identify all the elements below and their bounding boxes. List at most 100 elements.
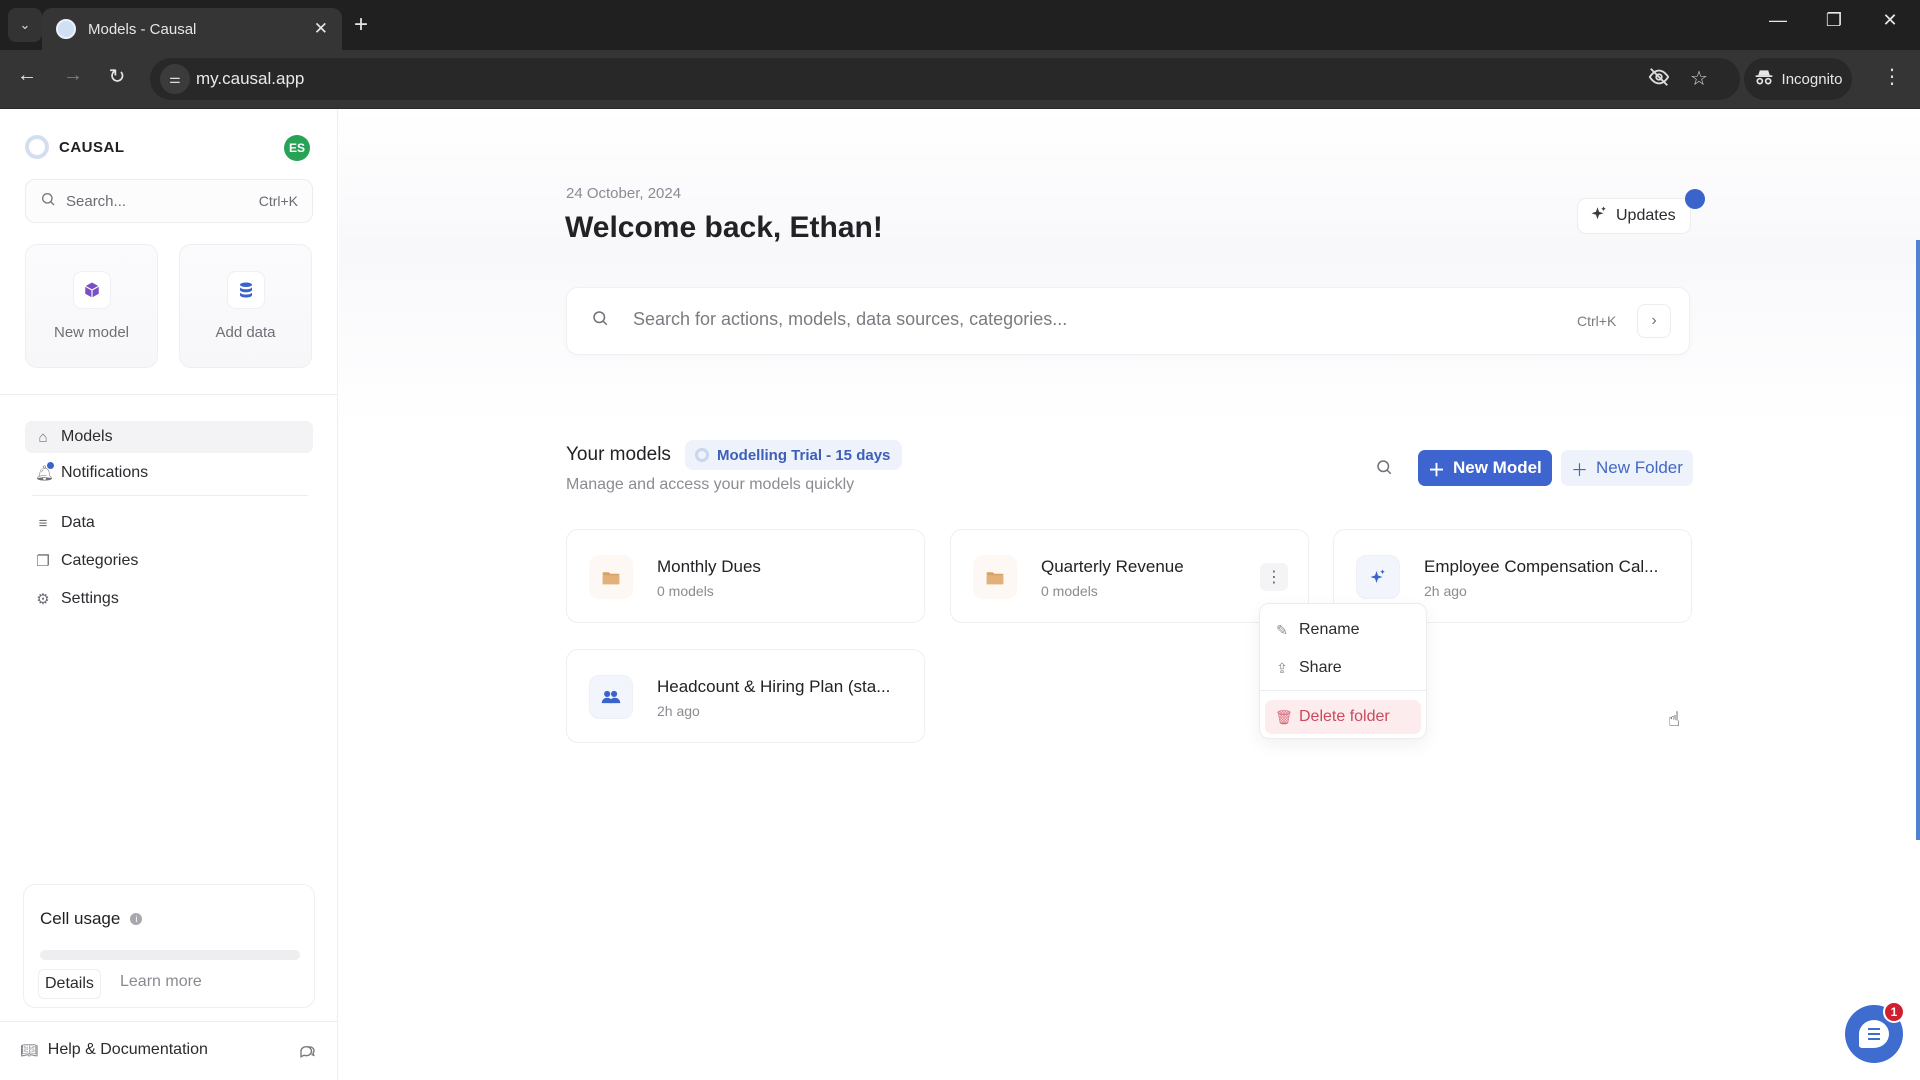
- cell-usage-card: Cell usage i Details Learn more: [23, 884, 315, 1008]
- info-icon[interactable]: i: [130, 913, 143, 925]
- trial-badge[interactable]: Modelling Trial - 15 days: [685, 440, 903, 470]
- folder-card-monthly-dues[interactable]: Monthly Dues 0 models: [566, 529, 925, 623]
- causal-logo-icon: [25, 135, 49, 159]
- url-text[interactable]: my.causal.app: [196, 69, 304, 89]
- notification-dot: [47, 462, 54, 469]
- menu-item-label: Rename: [1299, 621, 1360, 638]
- card-title: Monthly Dues: [657, 557, 761, 576]
- new-tab-button[interactable]: +: [354, 12, 368, 38]
- more-vertical-icon: ⋮: [1266, 569, 1282, 586]
- menu-item-rename[interactable]: ✎ Rename: [1265, 613, 1421, 647]
- sidebar-item-notifications[interactable]: 🔔︎ Notifications: [25, 457, 313, 489]
- nav-divider: [32, 495, 308, 496]
- minimize-button[interactable]: —: [1758, 10, 1798, 31]
- incognito-icon: [1754, 67, 1774, 91]
- incognito-indicator[interactable]: Incognito: [1744, 58, 1852, 100]
- command-search-shortcut: Ctrl+K: [1577, 313, 1617, 329]
- sidebar-search[interactable]: Search... Ctrl+K: [25, 179, 313, 223]
- current-date: 24 October, 2024: [566, 185, 682, 202]
- chevron-right-icon[interactable]: ›: [1637, 304, 1671, 338]
- avatar[interactable]: ES: [284, 135, 310, 161]
- card-subtitle: 2h ago: [657, 703, 700, 719]
- browser-tab[interactable]: Models - Causal ✕: [42, 8, 342, 50]
- new-folder-button[interactable]: ＋ New Folder: [1561, 450, 1693, 486]
- card-title: Employee Compensation Cal...: [1424, 557, 1659, 576]
- star-icon[interactable]: ☆: [1690, 66, 1708, 91]
- restore-button[interactable]: ❐: [1814, 10, 1854, 31]
- hand-cursor-icon: ☝: [1668, 709, 1681, 731]
- back-button[interactable]: ←: [12, 64, 42, 87]
- sidebar-item-models[interactable]: ⌂ Models: [25, 421, 313, 453]
- updates-indicator-dot: [1685, 189, 1705, 209]
- site-info-button[interactable]: ⚌: [160, 64, 190, 94]
- tab-title: Models - Causal: [88, 20, 197, 38]
- card-subtitle: 0 models: [657, 583, 714, 599]
- eye-off-icon[interactable]: [1648, 66, 1670, 94]
- tab-list-button[interactable]: ⌄: [8, 8, 42, 42]
- sidebar-item-label: Data: [61, 514, 95, 531]
- users-icon: [589, 675, 633, 719]
- model-card-headcount-hiring[interactable]: Headcount & Hiring Plan (sta... 2h ago: [566, 649, 925, 743]
- cell-usage-progress: [40, 950, 300, 960]
- sidebar-item-settings[interactable]: ⚙ Settings: [25, 583, 313, 615]
- add-data-card[interactable]: Add data: [179, 244, 312, 368]
- page-scrollbar[interactable]: [1916, 240, 1920, 840]
- sidebar-item-label: Settings: [61, 590, 119, 607]
- new-folder-label: New Folder: [1596, 458, 1683, 477]
- browser-toolbar: ← → ↻ ⚌ my.causal.app ☆ Incognito ⋮: [0, 50, 1920, 109]
- close-icon[interactable]: ✕: [314, 19, 328, 39]
- window-close-button[interactable]: ✕: [1870, 10, 1910, 31]
- new-model-label: New model: [53, 324, 130, 341]
- search-icon: [40, 191, 56, 212]
- plus-icon: +: [354, 11, 369, 38]
- home-icon: ⌂: [38, 428, 48, 446]
- command-search-placeholder: Search for actions, models, data sources…: [633, 309, 1068, 329]
- menu-item-share[interactable]: ⇪ Share: [1265, 651, 1421, 685]
- sidebar-item-categories[interactable]: ❐ Categories: [25, 545, 313, 577]
- sidebar-footer-divider: [0, 1021, 338, 1022]
- chat-bubble-icon: [1859, 1020, 1889, 1048]
- menu-divider: [1260, 690, 1426, 691]
- updates-button[interactable]: Updates: [1577, 198, 1691, 234]
- chat-unread-badge: 1: [1883, 1001, 1905, 1023]
- cell-usage-label: Cell usage: [40, 909, 121, 928]
- pencil-icon: ✎: [1276, 621, 1288, 638]
- card-more-button[interactable]: ⋮: [1260, 563, 1288, 591]
- progress-ring-icon: [695, 448, 709, 462]
- app: CAUSAL ES Search... Ctrl+K New model Add…: [0, 109, 1920, 1080]
- chevron-down-icon: ⌄: [19, 17, 31, 32]
- sparkle-icon: [1590, 205, 1608, 228]
- browser-menu-button[interactable]: ⋮: [1882, 64, 1902, 89]
- new-model-button[interactable]: ＋ New Model: [1418, 450, 1552, 486]
- updates-label: Updates: [1616, 207, 1676, 224]
- cell-usage-title: Cell usage i: [40, 909, 143, 929]
- database-icon: [226, 271, 265, 309]
- menu-item-delete-folder[interactable]: 🗑︎ Delete folder: [1265, 700, 1421, 734]
- arrow-left-icon: ←: [17, 64, 37, 86]
- details-button[interactable]: Details: [38, 969, 101, 999]
- new-model-label: New Model: [1453, 458, 1542, 477]
- gear-icon: ⚙: [36, 591, 50, 608]
- brand[interactable]: CAUSAL: [25, 135, 125, 159]
- sidebar-item-data[interactable]: ≡ Data: [25, 507, 313, 539]
- address-bar[interactable]: ⚌ my.causal.app ☆: [150, 58, 1740, 100]
- forward-button[interactable]: →: [58, 64, 88, 87]
- folder-card-quarterly-revenue[interactable]: Quarterly Revenue 0 models ⋮: [950, 529, 1309, 623]
- trash-icon: 🗑︎: [1275, 708, 1293, 725]
- menu-item-label: Delete folder: [1299, 708, 1390, 725]
- tune-icon: ⚌: [169, 71, 181, 86]
- reload-button[interactable]: ↻: [102, 64, 132, 89]
- chat-icon[interactable]: [298, 1041, 316, 1064]
- learn-more-link[interactable]: Learn more: [120, 973, 202, 991]
- cube-icon: [72, 271, 111, 309]
- card-subtitle: 2h ago: [1424, 583, 1467, 599]
- browser-tab-bar: ⌄ Models - Causal ✕ + — ❐ ✕: [0, 0, 1920, 50]
- sidebar: CAUSAL ES Search... Ctrl+K New model Add…: [0, 109, 338, 1080]
- search-icon: [1377, 460, 1392, 475]
- command-search[interactable]: Search for actions, models, data sources…: [566, 287, 1690, 355]
- search-models-button[interactable]: [1375, 458, 1393, 481]
- section-title: Your models: [566, 444, 671, 465]
- help-documentation-link[interactable]: 📖︎ Help & Documentation: [20, 1041, 320, 1059]
- new-model-card[interactable]: New model: [25, 244, 158, 368]
- folder-icon: [973, 555, 1017, 599]
